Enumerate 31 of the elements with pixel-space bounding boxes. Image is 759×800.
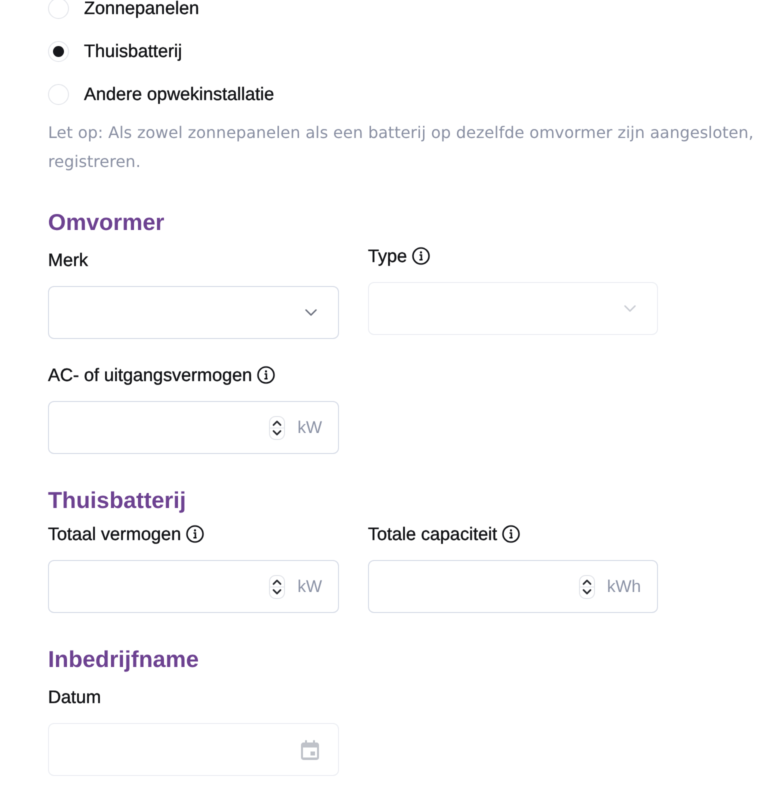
number-input-field[interactable]: kW [48, 560, 339, 613]
stepper-icon[interactable] [269, 416, 286, 440]
section-title: Omvormer [48, 208, 164, 236]
chevron-down-icon [624, 305, 636, 312]
info-icon[interactable] [257, 366, 276, 384]
unit-label: kW [297, 416, 322, 438]
unit-label: kWh [607, 576, 641, 598]
option-label: Thuisbatterij [84, 40, 182, 63]
unit-label: kW [297, 576, 322, 598]
option-label: Andere opwekinstallatie [84, 83, 274, 106]
radio-button[interactable] [48, 0, 69, 18]
field-label: Totaal vermogen [48, 523, 182, 546]
field-label: Merk [48, 249, 88, 272]
radio-button[interactable] [48, 84, 69, 104]
stepper-icon[interactable] [269, 574, 286, 598]
number-input-field[interactable]: kW [48, 401, 339, 454]
dropdown-field[interactable] [48, 286, 339, 339]
field-label: Datum [48, 686, 102, 709]
stepper-icon[interactable] [579, 574, 595, 598]
section-title: Thuisbatterij [48, 486, 186, 514]
section-title: Inbedrijfname [48, 645, 199, 673]
field-label: Totale capaciteit [368, 523, 498, 546]
chevron-down-icon [305, 309, 317, 316]
number-input-field[interactable]: kWh [368, 560, 658, 613]
field-label: AC- of uitgangsvermogen [48, 364, 252, 387]
info-icon[interactable] [186, 525, 204, 543]
option-label: Zonnepanelen [84, 0, 200, 20]
info-icon[interactable] [502, 525, 520, 543]
field-label: Type [368, 245, 408, 268]
note-text: Let op: Als zowel zonnepanelen als een batterij op dezelfde omvormer zijn aangesloten, registreren. [48, 122, 754, 173]
radio-button[interactable] [48, 40, 69, 62]
